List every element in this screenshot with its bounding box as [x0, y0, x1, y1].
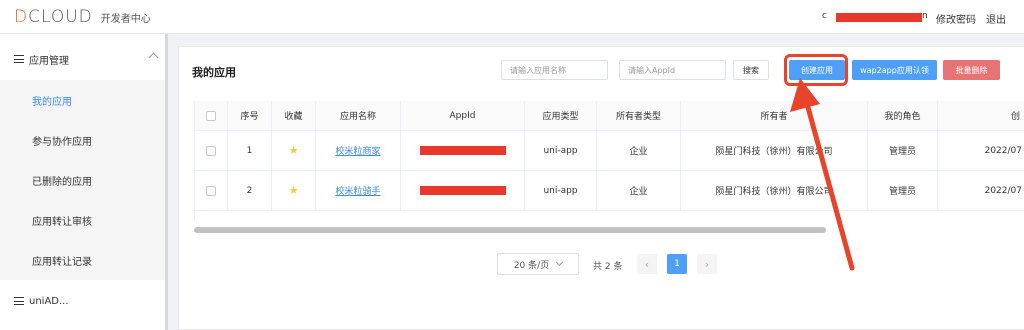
- owner-cell: 陨星门科技（徐州）有限公司: [681, 131, 868, 170]
- role-cell: 管理员: [868, 131, 938, 170]
- total-count: 共 2 条: [593, 262, 623, 272]
- sidebar-group-label: 应用管理: [29, 55, 69, 67]
- row-checkbox[interactable]: [206, 185, 216, 196]
- favorite-cell[interactable]: ★: [272, 171, 316, 210]
- favorite-cell[interactable]: ★: [272, 131, 316, 170]
- main-content: 我的应用 搜索 创建应用 wap2app应用认领 批量删除 序号 收藏 应用名称…: [168, 34, 1024, 330]
- header-checkbox-cell[interactable]: [195, 101, 228, 130]
- scrollbar-thumb[interactable]: [194, 227, 826, 233]
- appid-cell: [401, 131, 525, 170]
- chevron-left-icon: ‹: [644, 257, 650, 271]
- column-header: 应用名称: [316, 101, 401, 130]
- star-icon[interactable]: ★: [289, 144, 299, 157]
- app-name-cell: 校米粒骑手: [316, 171, 401, 210]
- user-name-prefix: c: [822, 11, 827, 21]
- row-checkbox-cell[interactable]: [195, 171, 228, 210]
- logo-mark: DCLOUD: [14, 7, 93, 27]
- sidebar-item-collab-apps[interactable]: 参与协作应用: [0, 120, 167, 160]
- app-type-cell: uni-app: [525, 131, 597, 170]
- site-subtitle: 开发者中心: [100, 13, 151, 25]
- column-header: 创: [1010, 112, 1020, 122]
- table-row: 1 ★ 校米粒商家 uni-app 企业 陨星门科技（徐州）有限公司 管理员 2…: [195, 131, 1024, 171]
- batch-delete-button[interactable]: 批量删除: [943, 60, 1000, 80]
- page-size-select[interactable]: 20 条/页: [497, 253, 579, 275]
- row-checkbox[interactable]: [206, 145, 216, 156]
- app-type-cell: uni-app: [525, 171, 597, 210]
- column-header: AppId: [401, 101, 525, 130]
- table-horizontal-scrollbar[interactable]: [194, 227, 1024, 233]
- menu-list-icon: [14, 55, 24, 63]
- row-index: 1: [228, 131, 272, 170]
- row-index: 2: [228, 171, 272, 210]
- column-header: 所有者类型: [597, 101, 681, 130]
- sidebar-item-transfer-records[interactable]: 应用转让记录: [0, 240, 167, 280]
- chevron-up-icon: [148, 52, 159, 63]
- change-password-link[interactable]: 修改密码: [936, 11, 976, 26]
- prev-page-button[interactable]: ‹: [637, 254, 657, 274]
- chevron-down-icon: [556, 258, 564, 267]
- sidebar-item-my-apps[interactable]: 我的应用: [0, 80, 167, 120]
- column-header: 应用类型: [525, 101, 597, 130]
- sidebar-group-app-management[interactable]: 应用管理: [0, 36, 167, 82]
- user-name-suffix: n: [922, 11, 928, 21]
- chevron-right-icon: ›: [704, 257, 710, 271]
- star-icon[interactable]: ★: [289, 184, 299, 197]
- search-button[interactable]: 搜索: [733, 60, 769, 80]
- row-checkbox-cell[interactable]: [195, 131, 228, 170]
- page-number-button[interactable]: 1: [667, 254, 687, 274]
- my-apps-card: 我的应用 搜索 创建应用 wap2app应用认领 批量删除 序号 收藏 应用名称…: [178, 46, 1024, 330]
- sidebar-group-label: uniAD...: [29, 295, 69, 307]
- redacted-appid: [419, 186, 506, 195]
- wap2app-claim-button[interactable]: wap2app应用认领: [852, 60, 937, 80]
- column-header: 所有者: [681, 101, 868, 130]
- app-name-cell: 校米粒商家: [316, 131, 401, 170]
- table-header-row: 序号 收藏 应用名称 AppId 应用类型 所有者类型 所有者 我的角色 创: [195, 101, 1024, 131]
- owner-type-cell: 企业: [597, 131, 681, 170]
- appid-cell: [401, 171, 525, 210]
- app-name-link[interactable]: 校米粒骑手: [335, 184, 380, 197]
- redacted-username: [836, 13, 922, 22]
- select-all-checkbox[interactable]: [206, 110, 216, 121]
- next-page-button[interactable]: ›: [697, 254, 717, 274]
- logout-link[interactable]: 退出: [986, 11, 1006, 26]
- column-header: 收藏: [272, 101, 316, 130]
- page-size-value: 20 条/页: [513, 260, 550, 271]
- owner-type-cell: 企业: [597, 171, 681, 210]
- app-name-search-input[interactable]: [501, 60, 608, 80]
- sidebar-group-uniad[interactable]: uniAD...: [0, 278, 167, 324]
- role-cell: 管理员: [868, 171, 938, 210]
- annotation-highlight-box: [784, 54, 848, 86]
- app-name-link[interactable]: 校米粒商家: [335, 144, 380, 157]
- column-header: 序号: [228, 101, 272, 130]
- dcloud-logo[interactable]: DCLOUD 开发者中心: [14, 7, 151, 27]
- menu-list-icon: [14, 297, 24, 305]
- sidebar-item-transfer-review[interactable]: 应用转让审核: [0, 200, 167, 240]
- column-header: 我的角色: [868, 101, 938, 130]
- apps-table: 序号 收藏 应用名称 AppId 应用类型 所有者类型 所有者 我的角色 创 1…: [194, 101, 1024, 221]
- owner-cell: 陨星门科技（徐州）有限公司: [681, 171, 868, 210]
- sidebar: 应用管理 我的应用 参与协作应用 已删除的应用 应用转让审核 应用转让记录 un…: [0, 34, 167, 330]
- redacted-appid: [419, 146, 506, 155]
- page-title: 我的应用: [192, 66, 236, 79]
- sidebar-item-deleted-apps[interactable]: 已删除的应用: [0, 160, 167, 200]
- created-date-cell: 2022/07: [984, 185, 1022, 196]
- appid-search-input[interactable]: [619, 60, 726, 80]
- table-row: 2 ★ 校米粒骑手 uni-app 企业 陨星门科技（徐州）有限公司 管理员 2…: [195, 171, 1024, 211]
- top-header: DCLOUD 开发者中心 c n 修改密码 退出: [0, 0, 1024, 34]
- created-date-cell: 2022/07: [984, 145, 1022, 156]
